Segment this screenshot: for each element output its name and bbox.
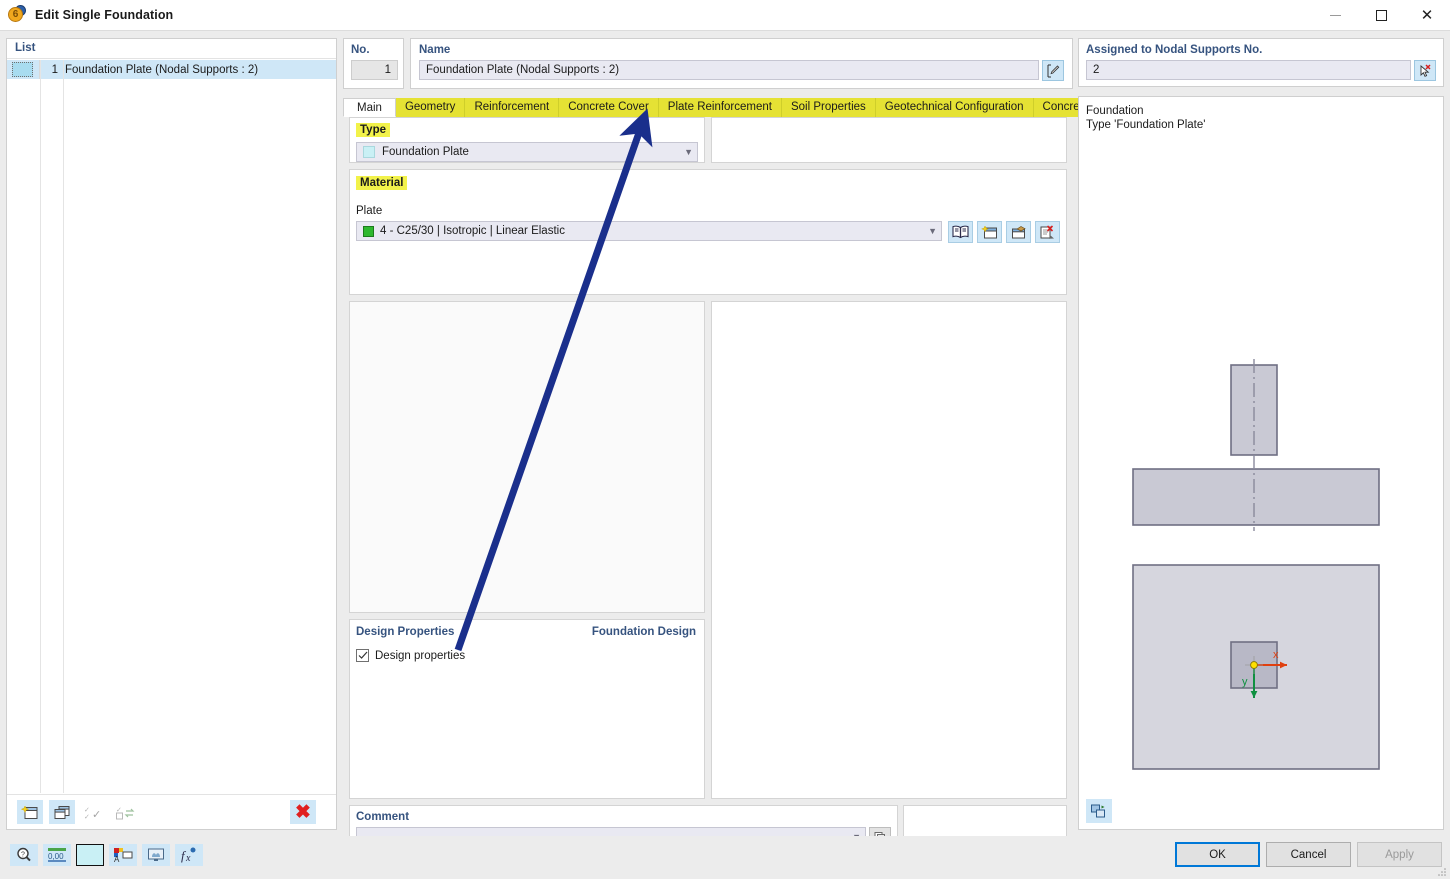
material-color-swatch <box>363 225 374 237</box>
svg-text:?: ? <box>21 852 25 859</box>
formula-fx-icon[interactable]: f x <box>175 844 203 866</box>
window-title: Edit Single Foundation <box>35 8 174 22</box>
chevron-down-icon: ▼ <box>928 226 937 236</box>
plate-material-value: 4 - C25/30 | Isotropic | Linear Elastic <box>380 225 565 237</box>
material-buttons <box>948 221 1060 243</box>
type-color-swatch <box>363 146 375 158</box>
svg-text:A: A <box>114 855 120 863</box>
design-properties-checkbox[interactable] <box>356 649 369 662</box>
help-magnifier-icon[interactable]: ? <box>10 844 38 866</box>
axis-x-label: x <box>1273 649 1279 661</box>
status-tools: ? 0,00 A f x <box>10 844 203 866</box>
resize-grip[interactable] <box>1437 867 1447 877</box>
color-swatch-icon[interactable] <box>76 844 104 866</box>
header-fields-row: No. 1 Name Foundation Plate (Nodal Suppo… <box>343 38 1073 89</box>
tab-page-main: Type Foundation Plate ▼ Material Plate 4… <box>343 117 1073 853</box>
material-panel: Material Plate 4 - C25/30 | Isotropic | … <box>349 169 1067 295</box>
assigned-label: Assigned to Nodal Supports No. <box>1086 44 1263 56</box>
render-icon[interactable]: A <box>109 844 137 866</box>
list-item-label: Foundation Plate (Nodal Supports : 2) <box>65 63 259 76</box>
design-properties-panel: Design Properties Foundation Design Desi… <box>349 619 705 799</box>
minimize-button[interactable] <box>1312 0 1358 31</box>
type-right-panel <box>711 117 1067 163</box>
type-combo[interactable]: Foundation Plate ▼ <box>356 142 698 162</box>
preview-line-1: Foundation <box>1086 105 1144 117</box>
window-controls: ✕ <box>1312 0 1450 31</box>
list-body: 1 Foundation Plate (Nodal Supports : 2) <box>7 60 336 793</box>
ok-button[interactable]: OK <box>1175 842 1260 867</box>
red-x-icon[interactable]: ✖ <box>290 800 316 824</box>
decimals-icon[interactable]: 0,00 <box>43 844 71 866</box>
name-input[interactable]: Foundation Plate (Nodal Supports : 2) <box>419 60 1039 80</box>
comment-label: Comment <box>356 811 410 823</box>
list-item-color-swatch <box>12 62 33 77</box>
svg-text:✓: ✓ <box>84 813 90 820</box>
tab-plate-reinforcement[interactable]: Plate Reinforcement <box>658 98 782 117</box>
left-empty-panel <box>349 301 705 613</box>
assigned-input[interactable]: 2 <box>1086 60 1411 80</box>
book-icon[interactable] <box>948 221 973 243</box>
number-label: No. <box>351 44 370 56</box>
tab-geotechnical-configuration[interactable]: Geotechnical Configuration <box>875 98 1034 117</box>
copy-window-icon[interactable] <box>49 800 75 824</box>
type-section-label: Type <box>356 123 390 137</box>
dialog-buttons: OK Cancel Apply <box>1175 842 1442 867</box>
list-header: List <box>7 39 336 59</box>
type-panel: Type Foundation Plate ▼ <box>349 117 705 163</box>
axis-y-label: y <box>1242 676 1248 688</box>
tab-concrete-cover[interactable]: Concrete Cover <box>559 98 659 117</box>
preview-card: Foundation Type 'Foundation Plate' x y <box>1078 96 1444 830</box>
material-section-label: Material <box>356 176 408 190</box>
tab-geometry[interactable]: Geometry <box>395 98 466 117</box>
edit-pencil-icon[interactable] <box>1042 60 1064 81</box>
title-bar: 6 Edit Single Foundation ✕ <box>0 0 1450 31</box>
pick-cursor-icon[interactable] <box>1414 60 1436 81</box>
foundation-preview-graphic: x y <box>1132 359 1380 770</box>
list-item-index: 1 <box>51 63 58 76</box>
cancel-button[interactable]: Cancel <box>1266 842 1351 867</box>
number-value: 1 <box>351 60 398 80</box>
list-item[interactable]: 1 Foundation Plate (Nodal Supports : 2) <box>7 60 336 79</box>
preview-line-2: Type 'Foundation Plate' <box>1086 119 1206 131</box>
number-card: No. 1 <box>343 38 404 89</box>
invert-check-icon: ✓ <box>113 800 139 824</box>
apply-button: Apply <box>1357 842 1442 867</box>
preview-caption: Foundation Type 'Foundation Plate' <box>1079 97 1443 132</box>
foundation-app-icon: 6 <box>6 5 26 25</box>
plate-label: Plate <box>356 205 383 217</box>
edit-single-foundation-dialog: 6 Edit Single Foundation ✕ List 1 Founda… <box>0 0 1450 879</box>
foundation-design-title: Foundation Design <box>591 626 696 638</box>
display-icon[interactable] <box>142 844 170 866</box>
svg-text:✓: ✓ <box>92 808 101 820</box>
svg-text:x: x <box>185 853 191 863</box>
tab-reinforcement[interactable]: Reinforcement <box>465 98 560 117</box>
name-card: Name Foundation Plate (Nodal Supports : … <box>410 38 1073 89</box>
check-all-icon: ✓ ✓ ✓ <box>81 800 107 824</box>
right-empty-panel <box>711 301 1067 799</box>
assigned-card: Assigned to Nodal Supports No. 2 <box>1078 38 1444 87</box>
svg-text:0,00: 0,00 <box>48 852 64 861</box>
main-content-area: No. 1 Name Foundation Plate (Nodal Suppo… <box>343 38 1170 853</box>
right-panel: Assigned to Nodal Supports No. 2 Foundat… <box>1078 38 1444 830</box>
chevron-down-icon: ▼ <box>684 147 693 157</box>
design-properties-title: Design Properties <box>356 626 455 638</box>
edit-material-icon[interactable] <box>1006 221 1031 243</box>
tab-soil-properties[interactable]: Soil Properties <box>781 98 876 117</box>
name-label: Name <box>419 44 451 56</box>
plate-material-combo[interactable]: 4 - C25/30 | Isotropic | Linear Elastic … <box>356 221 942 241</box>
type-combo-value: Foundation Plate <box>382 146 469 158</box>
tab-strip: Main Geometry Reinforcement Concrete Cov… <box>343 98 1170 117</box>
design-properties-checkbox-label: Design properties <box>375 649 466 662</box>
delete-x-icon[interactable] <box>1035 221 1060 243</box>
new-star-icon[interactable] <box>977 221 1002 243</box>
list-toolbar: ✓ ✓ ✓ ✓ ✖ <box>7 794 336 829</box>
new-window-star-icon[interactable] <box>17 800 43 824</box>
close-button[interactable]: ✕ <box>1404 0 1450 31</box>
design-properties-checkbox-row[interactable]: Design properties <box>356 649 704 662</box>
maximize-button[interactable] <box>1358 0 1404 31</box>
list-panel: List 1 Foundation Plate (Nodal Supports … <box>6 38 337 830</box>
tab-main[interactable]: Main <box>343 98 396 117</box>
bottom-bar: ? 0,00 A f x OK Cancel Apply <box>0 836 1450 879</box>
preview-settings-icon[interactable] <box>1086 799 1112 823</box>
